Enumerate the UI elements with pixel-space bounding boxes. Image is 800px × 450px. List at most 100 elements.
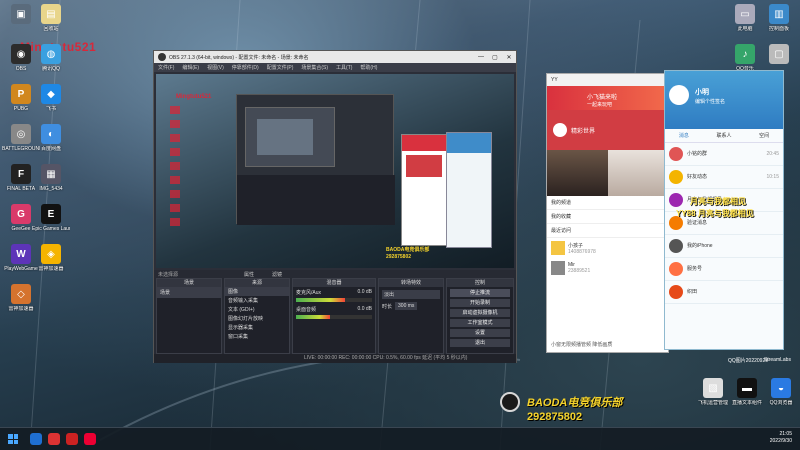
close-icon[interactable]: ✕ — [502, 54, 516, 61]
desktop-icon-11[interactable]: E Epic Games Launcher — [32, 204, 70, 232]
control-button[interactable]: 设置 — [450, 329, 510, 337]
yy-hero-banner[interactable]: 精彩世界 — [547, 110, 668, 150]
volume-meter[interactable] — [296, 315, 372, 319]
menu-docks[interactable]: 停靠部件(D) — [232, 64, 259, 71]
desktop-icon-icon: ▦ — [41, 164, 61, 184]
menu-help[interactable]: 帮助(H) — [360, 64, 377, 71]
yy-subtitle: 一起来玩吧 — [587, 102, 613, 108]
volume-meter[interactable] — [296, 298, 372, 302]
yy-window[interactable]: YY 小飞猫来啦 一起来玩吧 精彩世界 我的频道 我的收藏 最近访问 小孩子 1408… — [546, 73, 669, 353]
transition-select[interactable]: 淡出 — [382, 290, 440, 299]
desktop-icon-right-3[interactable]: ▢ — [762, 44, 796, 66]
duration-input[interactable]: 300 ms — [395, 302, 418, 310]
menu-file[interactable]: 文件(F) — [158, 64, 174, 71]
menu-view[interactable]: 视图(V) — [207, 64, 224, 71]
avatar — [669, 239, 683, 253]
system-tray[interactable]: 21:05 2022/9/30 — [770, 431, 792, 445]
control-button[interactable]: 工作室模式 — [450, 319, 510, 327]
sources-list: 图像 音频输入采集 文本 (GDI+) 图像幻灯片放映 显示器采集 窗口采集 — [225, 287, 289, 341]
source-item[interactable]: 图像幻灯片放映 — [225, 314, 289, 323]
source-item[interactable]: 图像 — [225, 287, 289, 296]
desktop-icon-label: IMG_5434 — [39, 186, 63, 192]
desktop-icon-right-icon: ♪ — [735, 44, 755, 64]
desktop-icon-icon: ◉ — [11, 44, 31, 64]
menu-edit[interactable]: 编辑(E) — [182, 64, 199, 71]
desktop-icon-1[interactable]: ▤ 回收站 — [34, 4, 68, 32]
desktop-icon-icon: ◆ — [41, 84, 61, 104]
control-button[interactable]: 退出 — [450, 339, 510, 347]
qq-message-item[interactable]: 服务号 — [665, 258, 783, 281]
clock-date: 2022/9/30 — [769, 438, 792, 444]
desktop-icon-right-0[interactable]: ▭ 此电脑 — [728, 4, 762, 32]
desktop-icon-0[interactable]: ▣ — [4, 4, 38, 26]
obs-menubar: 文件(F) 编辑(E) 视图(V) 停靠部件(D) 配置文件(P) 场景集合(S… — [154, 63, 516, 72]
properties-button[interactable]: 属性 — [244, 271, 254, 278]
obs-docks: 未选择源 属性 滤镜 场景 场景 来源 图像 音频输入采集 文本 (GDI+) 图像幻… — [154, 270, 516, 363]
desktop-icon-9[interactable]: ▦ IMG_5434 — [34, 164, 68, 192]
desktop-icon-13[interactable]: ◈ 雷神加速器 — [34, 244, 68, 272]
preview-yy-window — [401, 134, 447, 246]
filters-button[interactable]: 滤镜 — [272, 271, 282, 278]
control-button[interactable]: 启动虚拟摄像机 — [450, 309, 510, 317]
desktop-icon-icon: G — [11, 204, 31, 224]
obs-titlebar[interactable]: OBS 27.1.3 (64-bit, windows) - 配置文件: 未命名… — [154, 51, 516, 63]
control-button[interactable]: 开始录制 — [450, 299, 510, 307]
desktop-icon-5[interactable]: ◆ 飞书 — [34, 84, 68, 112]
source-item[interactable]: 文本 (GDI+) — [225, 305, 289, 314]
qq-tab-contacts[interactable]: 联系人 — [716, 132, 731, 139]
desktop-icon-14[interactable]: ◇ 雷神加速器 — [4, 284, 38, 312]
menu-scene-collection[interactable]: 场景集合(S) — [301, 64, 328, 71]
qq-message-item[interactable]: 织田 — [665, 281, 783, 304]
yy-nav-item[interactable]: 最近访问 — [547, 224, 668, 238]
obs-title: OBS 27.1.3 (64-bit, windows) - 配置文件: 未命名… — [169, 54, 309, 61]
maximize-icon[interactable]: ▢ — [488, 54, 502, 61]
desktop-icon-7[interactable]: ◐ 百度网盘 — [34, 124, 68, 152]
qq-tab-space[interactable]: 空间 — [759, 132, 769, 139]
desktop-icon-3[interactable]: ◍ 腾讯QQ — [34, 44, 68, 72]
taskbar-app-icon[interactable] — [66, 433, 78, 445]
mixer-channel-db: 0.0 dB — [357, 289, 372, 295]
taskbar-app-icon[interactable] — [48, 433, 60, 445]
qq-message-item[interactable]: 我的iPhone — [665, 235, 783, 258]
desktop-icon-br-icon: ◒ — [771, 378, 791, 398]
desktop-icon-label: 雷神加速器 — [8, 306, 34, 312]
brand-logo-icon — [500, 392, 520, 412]
desktop-icon-br-2[interactable]: ◒ QQ浏览器 — [764, 378, 798, 406]
qq-message-item[interactable]: 好友动态 10:15 — [665, 166, 783, 189]
desktop-icon-br-1[interactable]: ▬ 直播文本组件 — [730, 378, 764, 406]
desktop-icon-right-2[interactable]: ♪ QQ音乐 — [728, 44, 762, 72]
obs-preview[interactable]: Mingtutu521 BAODA电竞俱乐部 292875802 — [156, 74, 514, 268]
qq-message-title: 我的iPhone — [687, 243, 713, 249]
yy-nav-item[interactable]: 我的收藏 — [547, 210, 668, 224]
qq-banner-2: YY88 月亮与我都相见 — [676, 209, 754, 218]
yy-nav-item[interactable]: 我的频道 — [547, 196, 668, 210]
start-icon[interactable] — [8, 434, 18, 444]
obs-window[interactable]: OBS 27.1.3 (64-bit, windows) - 配置文件: 未命名… — [153, 50, 517, 363]
qq-message-item[interactable]: 小铭的群 20:45 — [665, 143, 783, 166]
source-item[interactable]: 窗口采集 — [225, 332, 289, 341]
qq-avatar[interactable] — [669, 85, 689, 105]
qq-message-title: 服务号 — [687, 266, 703, 272]
qq-status[interactable]: 编辑个性签名 — [695, 98, 725, 105]
taskbar-app-icon[interactable] — [84, 433, 96, 445]
desktop-icon-right-1[interactable]: ▥ 控制面板 — [762, 4, 796, 32]
qq-tab-messages[interactable]: 消息 — [679, 132, 689, 139]
minimize-icon[interactable]: — — [474, 54, 488, 61]
source-item[interactable]: 显示器采集 — [225, 323, 289, 332]
desktop-icon-icon: ◇ — [11, 284, 31, 304]
yy-channel-avatar-2 — [551, 261, 565, 275]
desktop-icon-icon: P — [11, 84, 31, 104]
duration-label: 时长 — [382, 303, 393, 310]
taskbar-app-icon[interactable] — [30, 433, 42, 445]
menu-profile[interactable]: 配置文件(P) — [267, 64, 294, 71]
scene-item[interactable]: 场景 — [157, 287, 221, 298]
yy-hero-icon — [553, 123, 567, 137]
preview-brand-number: 292875802 — [386, 254, 412, 260]
desktop-icon-br-0[interactable]: ▧ 飞机运营管理 — [696, 378, 730, 406]
preview-left-icons — [170, 106, 180, 226]
source-item[interactable]: 音频输入采集 — [225, 296, 289, 305]
mixer-channel-db: 0.0 dB — [357, 306, 372, 312]
desktop-icon-br-label: 飞机运营管理 — [697, 400, 728, 406]
menu-tools[interactable]: 工具(T) — [336, 64, 352, 71]
control-button[interactable]: 停止推流 — [450, 289, 510, 297]
